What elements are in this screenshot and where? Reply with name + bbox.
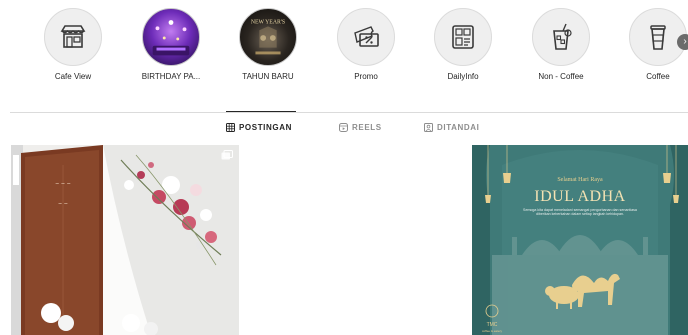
svg-text:~ ~: ~ ~	[58, 201, 68, 207]
tab-postingan[interactable]: POSTINGAN	[226, 123, 292, 132]
iced-drink-icon	[553, 23, 572, 50]
highlight-dailyinfo[interactable]: DailyInfo	[423, 8, 503, 81]
post-thumbnail-idul-adha[interactable]: Selamat Hari Raya IDUL ADHA Semoga kita …	[472, 145, 688, 335]
tab-label: REELS	[352, 123, 382, 132]
brand-text: TMC	[487, 322, 498, 328]
party-lights-icon	[152, 20, 190, 56]
new-year-photo: NEW YEAR'S	[239, 8, 297, 66]
highlight-cafe-view[interactable]: Cafe View	[33, 8, 113, 81]
storefront-icon	[60, 25, 86, 48]
active-tab-indicator	[226, 111, 296, 112]
carousel-icon	[221, 150, 233, 160]
idul-adha-greeting-card: Selamat Hari Raya IDUL ADHA Semoga kita …	[472, 145, 688, 335]
highlight-label: Non - Coffee	[538, 72, 584, 81]
tab-label: DITANDAI	[437, 123, 480, 132]
chevron-right-icon: ›	[683, 36, 687, 47]
story-highlights: Cafe View BIRTHDAY PA... NEW YEAR'S TAHU…	[0, 0, 688, 100]
highlight-label: BIRTHDAY PA...	[141, 72, 201, 81]
discount-ticket-icon	[354, 26, 379, 47]
posts-grid: ~ ~ ~ ~ ~ Selamat Hari Raya IDUL ADHA Se…	[0, 145, 688, 335]
profile-tabs: POSTINGAN REELS DITANDAI	[0, 123, 688, 135]
flower-backdrop-photo: ~ ~ ~ ~ ~	[11, 145, 239, 335]
highlight-label: Promo	[354, 72, 378, 81]
tab-ditandai[interactable]: DITANDAI	[424, 123, 479, 132]
highlight-label: Cafe View	[54, 72, 92, 81]
highlight-non-coffee[interactable]: Non - Coffee	[521, 8, 601, 81]
reels-icon	[339, 123, 348, 132]
tagged-icon	[424, 123, 433, 132]
highlight-label: Coffee	[646, 72, 670, 81]
highlight-tahun-baru[interactable]: NEW YEAR'S TAHUN BARU	[228, 8, 308, 81]
highlight-label: DailyInfo	[447, 72, 479, 81]
eid-greeting-text: Selamat Hari Raya	[557, 177, 603, 183]
highlights-next-button[interactable]: ›	[677, 34, 688, 50]
highlight-promo[interactable]: Promo	[326, 8, 406, 81]
new-year-poster: NEW YEAR'S	[251, 19, 285, 55]
post-thumbnail-flowers[interactable]: ~ ~ ~ ~ ~	[11, 145, 239, 335]
tab-reels[interactable]: REELS	[339, 123, 382, 132]
highlight-birthday[interactable]: BIRTHDAY PA...	[131, 8, 211, 81]
highlight-cover	[44, 8, 102, 66]
highlight-cover	[532, 8, 590, 66]
highlight-label: TAHUN BARU	[242, 72, 294, 81]
eid-title-text: IDUL ADHA	[534, 188, 625, 205]
profile-divider	[10, 112, 688, 113]
grid-icon	[226, 123, 235, 132]
eid-body-text: Semoga kita dapat meneladani semangat pe…	[523, 208, 637, 217]
birthday-photo	[142, 8, 200, 66]
info-board-icon	[452, 25, 474, 49]
svg-text:~ ~ ~: ~ ~ ~	[55, 181, 71, 187]
new-year-photo-text: NEW YEAR'S	[251, 19, 285, 25]
highlight-cover	[434, 8, 492, 66]
coffee-cup-icon	[650, 25, 666, 50]
tab-label: POSTINGAN	[239, 123, 292, 132]
highlight-cover	[337, 8, 395, 66]
brand-subtext: coffee & eatery	[482, 329, 503, 333]
